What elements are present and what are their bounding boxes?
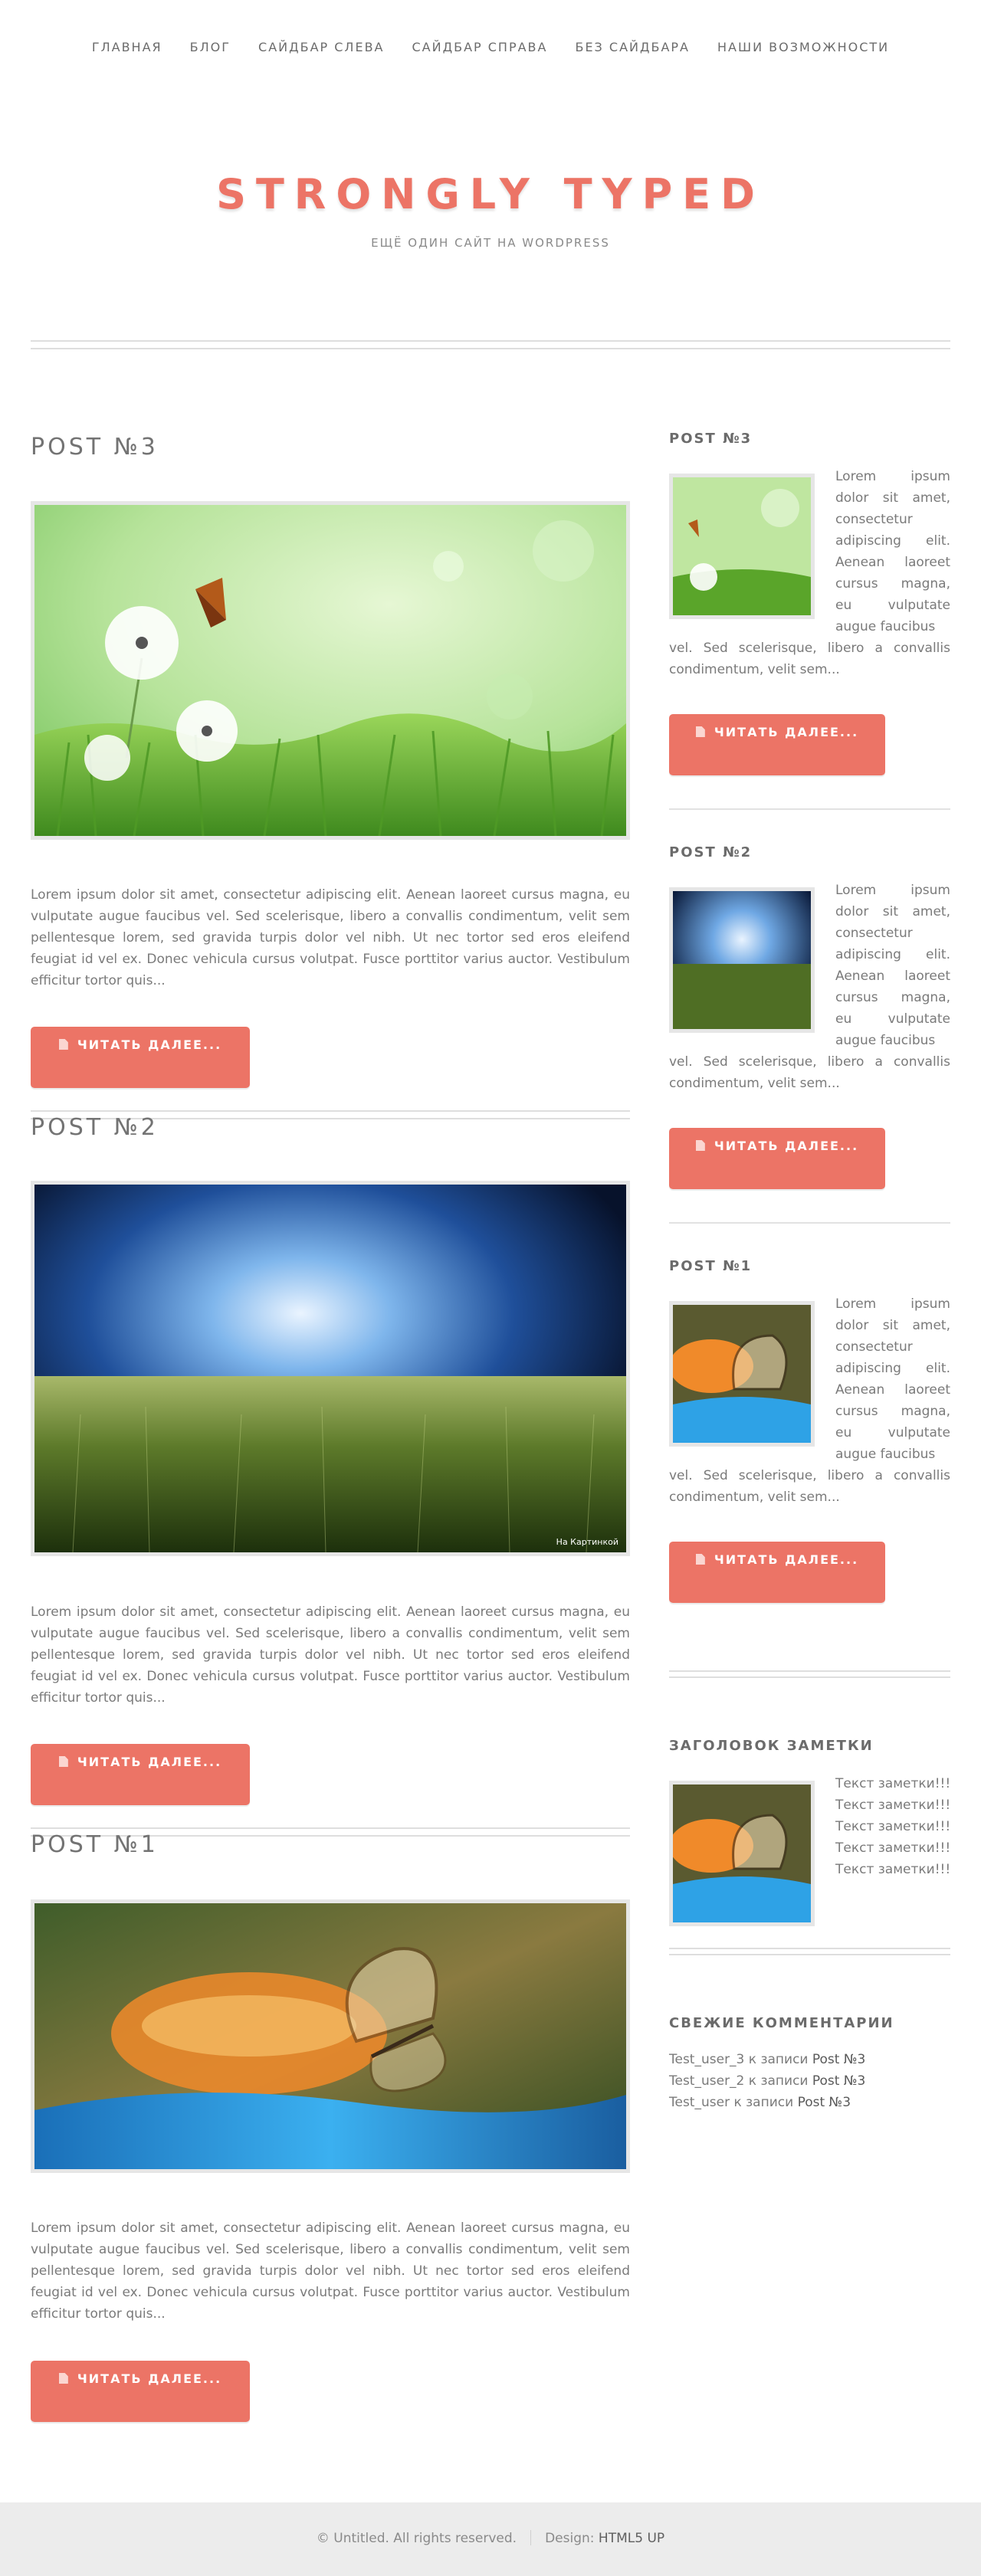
post-title[interactable]: POST №2 <box>31 1114 630 1141</box>
comment-author: Test_user_3 <box>669 2052 745 2067</box>
sidebar-read-more-button[interactable]: ЧИТАТЬ ДАЛЕЕ... <box>669 1128 885 1189</box>
glasswing-butterfly-image <box>34 1903 626 2169</box>
post-title[interactable]: POST №3 <box>31 434 630 460</box>
nav-item-sidebar-right[interactable]: САЙДБАР СПРАВА <box>412 40 548 54</box>
stormy-field-image: На Картинкой <box>34 1185 626 1552</box>
butterfly-note-image <box>673 1785 811 1922</box>
nav-item-home[interactable]: ГЛАВНАЯ <box>92 40 162 54</box>
read-more-label: ЧИТАТЬ ДАЛЕЕ... <box>714 1552 859 1567</box>
document-icon <box>58 2373 68 2384</box>
note-line: Текст заметки!!! <box>835 1798 951 1813</box>
sidebar-divider <box>669 808 950 810</box>
read-more-label: ЧИТАТЬ ДАЛЕЕ... <box>77 2371 222 2386</box>
sidebar-post-excerpt: Lorem ipsum dolor sit amet, consectetur … <box>835 1296 950 1462</box>
document-icon <box>58 1756 68 1767</box>
site-tagline: ЕЩЁ ОДИН САЙТ НА WORDPRESS <box>371 236 610 250</box>
field-thumb-image <box>673 891 811 1029</box>
nav-item-features[interactable]: НАШИ ВОЗМОЖНОСТИ <box>717 40 889 54</box>
footer-copyright: © Untitled. All rights reserved. <box>316 2531 517 2546</box>
sidebar-section-divider <box>669 1948 950 1955</box>
image-watermark: На Картинкой <box>556 1537 618 1547</box>
recent-comments-title: СВЕЖИЕ КОММЕНТАРИИ <box>669 2015 894 2031</box>
comment-author: Test_user_2 <box>669 2073 745 2089</box>
comment-item: Test_user к записи Post №3 <box>669 2092 865 2113</box>
post-excerpt: Lorem ipsum dolor sit amet, consectetur … <box>31 2220 630 2322</box>
comment-author: Test_user <box>669 2095 730 2110</box>
footer-design-link[interactable]: HTML5 UP <box>599 2531 664 2546</box>
note-line: Текст заметки!!! <box>835 1840 951 1856</box>
document-icon <box>695 1140 705 1151</box>
site-footer: © Untitled. All rights reserved. Design: … <box>0 2502 981 2576</box>
sidebar-read-more-button[interactable]: ЧИТАТЬ ДАЛЕЕ... <box>669 714 885 775</box>
note-line: Текст заметки!!! <box>835 1819 951 1834</box>
read-more-button[interactable]: ЧИТАТЬ ДАЛЕЕ... <box>31 1027 250 1088</box>
sidebar-post-title[interactable]: POST №2 <box>669 844 752 860</box>
read-more-label: ЧИТАТЬ ДАЛЕЕ... <box>77 1037 222 1052</box>
sidebar-thumb-dandelion[interactable] <box>669 474 815 619</box>
sidebar-post-excerpt-cont: vel. Sed scelerisque, libero a convallis… <box>669 1468 950 1505</box>
nav-item-sidebar-left[interactable]: САЙДБАР СЛЕВА <box>258 40 384 54</box>
sidebar-read-more-button[interactable]: ЧИТАТЬ ДАЛЕЕ... <box>669 1542 885 1603</box>
butterfly-thumb-image <box>673 1305 811 1443</box>
read-more-button[interactable]: ЧИТАТЬ ДАЛЕЕ... <box>31 1744 250 1805</box>
read-more-label: ЧИТАТЬ ДАЛЕЕ... <box>714 725 859 739</box>
sidebar-post-title[interactable]: POST №1 <box>669 1258 752 1274</box>
post-image-field[interactable]: На Картинкой <box>31 1181 630 1556</box>
sidebar-divider <box>669 1222 950 1224</box>
site-title[interactable]: STRONGLY TYPED <box>0 170 981 218</box>
read-more-button[interactable]: ЧИТАТЬ ДАЛЕЕ... <box>31 2361 250 2422</box>
note-line: Текст заметки!!! <box>835 1776 951 1791</box>
post-excerpt: Lorem ipsum dolor sit amet, consectetur … <box>31 887 630 988</box>
post-article: POST №2 <box>31 1114 630 1141</box>
note-widget-image <box>669 1781 815 1926</box>
sidebar-post-title[interactable]: POST №3 <box>669 431 752 447</box>
post-article: POST №3 <box>31 434 630 460</box>
sidebar-post-excerpt-cont: vel. Sed scelerisque, libero a convallis… <box>669 1054 950 1091</box>
sidebar-post-excerpt: Lorem ipsum dolor sit amet, consectetur … <box>835 883 950 1048</box>
comment-post-link[interactable]: Post №3 <box>812 2073 865 2089</box>
read-more-label: ЧИТАТЬ ДАЛЕЕ... <box>77 1755 222 1769</box>
header-divider <box>31 340 950 349</box>
nav-item-blog[interactable]: БЛОГ <box>190 40 231 54</box>
comment-connector: к записи <box>733 2095 794 2110</box>
main-nav: ГЛАВНАЯ БЛОГ САЙДБАР СЛЕВА САЙДБАР СПРАВ… <box>0 40 981 54</box>
post-excerpt: Lorem ipsum dolor sit amet, consectetur … <box>31 1604 630 1706</box>
post-image-butterfly[interactable] <box>31 1899 630 2173</box>
post-image-dandelion[interactable] <box>31 501 630 840</box>
nav-item-no-sidebar[interactable]: БЕЗ САЙДБАРА <box>575 40 690 54</box>
footer-design-label: Design: <box>545 2531 595 2546</box>
footer-separator <box>530 2530 532 2545</box>
comment-connector: к записи <box>748 2052 809 2067</box>
read-more-label: ЧИТАТЬ ДАЛЕЕ... <box>714 1139 859 1153</box>
note-line: Текст заметки!!! <box>835 1862 951 1877</box>
post-article: POST №1 <box>31 1831 630 1858</box>
recent-comments-list: Test_user_3 к записи Post №3 Test_user_2… <box>669 2049 865 2113</box>
sidebar-post-excerpt-cont: vel. Sed scelerisque, libero a convallis… <box>669 641 950 677</box>
document-icon <box>695 726 705 737</box>
sidebar-thumb-butterfly[interactable] <box>669 1301 815 1447</box>
comment-connector: к записи <box>748 2073 809 2089</box>
sidebar-thumb-field[interactable] <box>669 887 815 1033</box>
comment-item: Test_user_2 к записи Post №3 <box>669 2070 865 2092</box>
document-icon <box>695 1554 705 1565</box>
sidebar-section-divider <box>669 1670 950 1678</box>
sidebar-post-excerpt: Lorem ipsum dolor sit amet, consectetur … <box>835 469 950 634</box>
comment-item: Test_user_3 к записи Post №3 <box>669 2049 865 2070</box>
document-icon <box>58 1039 68 1050</box>
comment-post-link[interactable]: Post №3 <box>798 2095 851 2110</box>
post-title[interactable]: POST №1 <box>31 1831 630 1858</box>
note-widget-title: ЗАГОЛОВОК ЗАМЕТКИ <box>669 1738 874 1754</box>
note-widget-text: Текст заметки!!! Текст заметки!!! Текст … <box>835 1773 950 1880</box>
comment-post-link[interactable]: Post №3 <box>812 2052 865 2067</box>
dandelion-butterfly-image <box>34 505 626 836</box>
dandelion-thumb-image <box>673 477 811 615</box>
